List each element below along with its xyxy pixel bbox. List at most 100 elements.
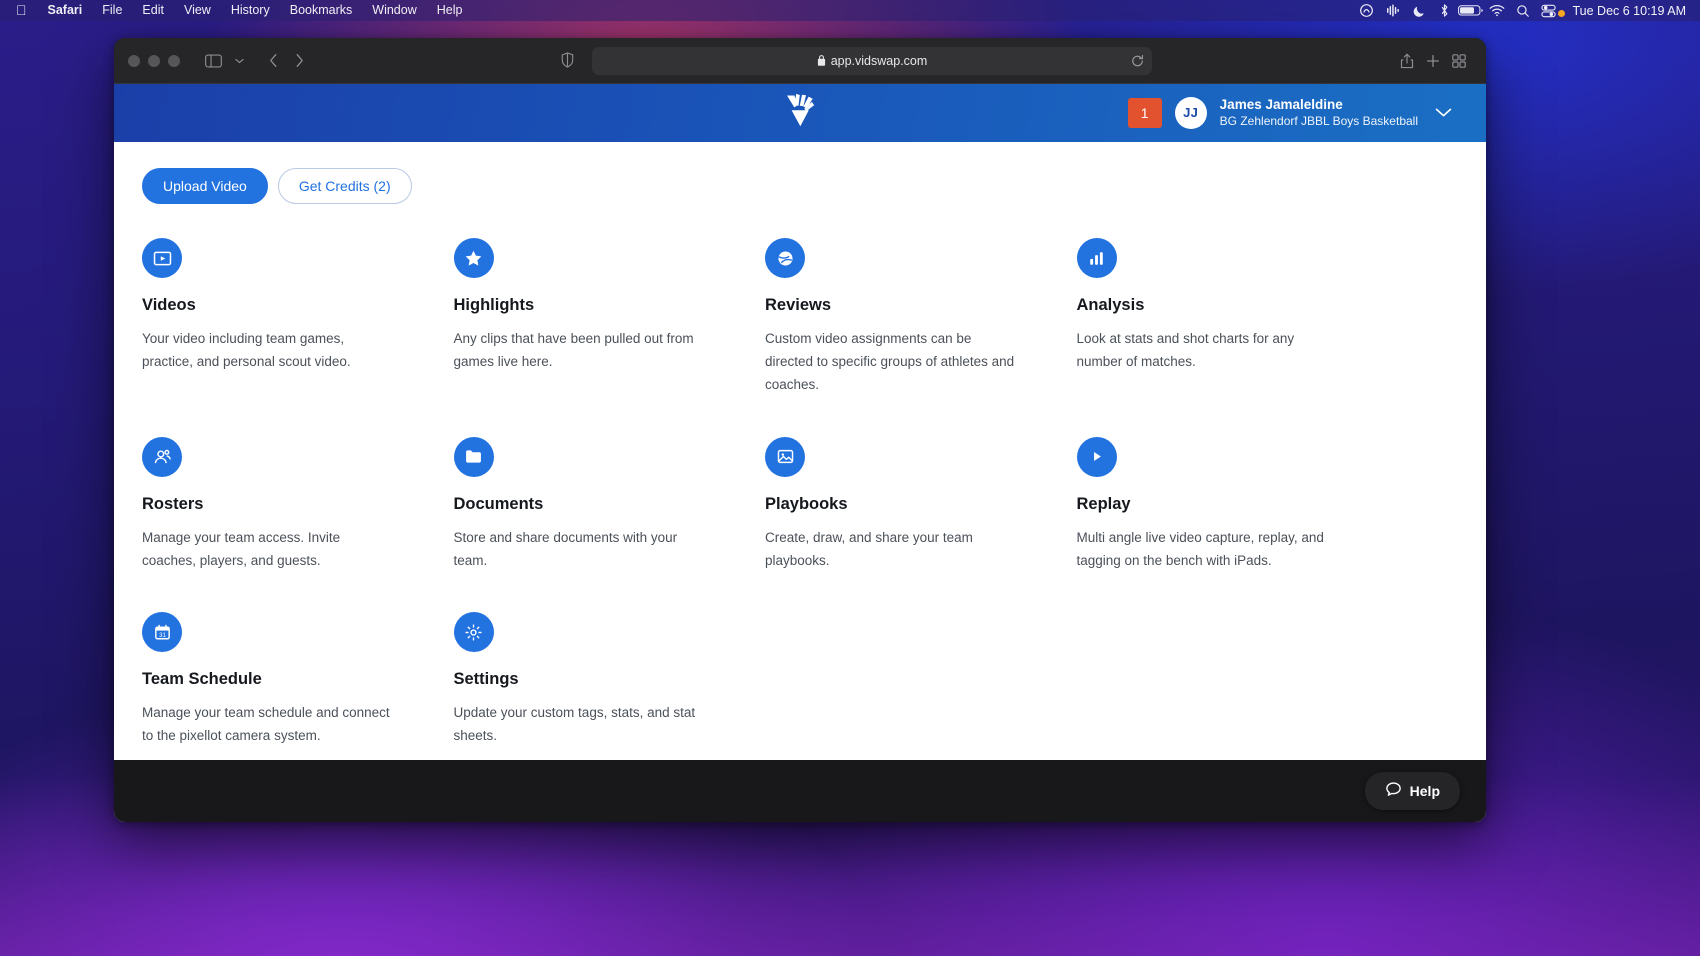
menu-item-history[interactable]: History xyxy=(221,0,280,21)
card-replay[interactable]: Replay Multi angle live video capture, r… xyxy=(1076,436,1363,572)
window-controls xyxy=(128,54,180,67)
minimize-button[interactable] xyxy=(148,54,160,67)
url-input[interactable]: app.vidswap.com xyxy=(592,46,1152,75)
audio-meter-icon[interactable] xyxy=(1380,0,1406,21)
card-team-schedule[interactable]: 31 Team Schedule Manage your team schedu… xyxy=(142,612,428,747)
card-description: Multi angle live video capture, replay, … xyxy=(1076,529,1324,568)
speech-bubble-icon xyxy=(1385,781,1402,801)
app-header: 1 JJ James Jamaleldine BG Zehlendorf JBB… xyxy=(114,84,1486,142)
tab-overview-icon[interactable] xyxy=(1446,48,1472,74)
menu-item-window[interactable]: Window xyxy=(362,0,426,21)
help-button[interactable]: Help xyxy=(1364,772,1460,810)
bluetooth-icon[interactable] xyxy=(1432,0,1458,21)
action-buttons: Upload Video Get Credits (2) xyxy=(142,168,1458,204)
card-highlights[interactable]: Highlights Any clips that have been pull… xyxy=(453,238,740,397)
card-description: Any clips that have been pulled out from… xyxy=(453,331,694,370)
card-title: Team Schedule xyxy=(142,670,262,689)
share-icon[interactable] xyxy=(1394,48,1420,74)
card-title: Settings xyxy=(453,670,519,689)
new-tab-plus-icon[interactable] xyxy=(1420,48,1446,74)
wifi-icon[interactable] xyxy=(1484,0,1510,21)
card-description: Store and share documents with your team… xyxy=(453,529,678,568)
header-user-area: 1 JJ James Jamaleldine BG Zehlendorf JBB… xyxy=(1127,96,1452,130)
spotlight-search-icon[interactable] xyxy=(1510,0,1536,21)
menu-item-edit[interactable]: Edit xyxy=(132,0,174,21)
reload-icon[interactable] xyxy=(1131,54,1144,67)
forward-arrow-icon[interactable] xyxy=(286,48,312,74)
card-documents[interactable]: Documents Store and share documents with… xyxy=(453,436,740,572)
notification-dot xyxy=(1557,9,1565,17)
menubar-left:  Safari File Edit View History Bookmark… xyxy=(8,0,472,21)
user-team: BG Zehlendorf JBBL Boys Basketball xyxy=(1219,113,1418,128)
macos-menubar:  Safari File Edit View History Bookmark… xyxy=(0,0,1700,21)
card-title: Videos xyxy=(142,296,196,314)
whistle-icon xyxy=(765,238,805,278)
menu-item-help[interactable]: Help xyxy=(427,0,473,21)
adobe-creative-cloud-icon[interactable] xyxy=(1354,0,1380,21)
back-arrow-icon[interactable] xyxy=(260,48,286,74)
card-description: Manage your team access. Invite coaches,… xyxy=(142,529,341,568)
play-circle-icon xyxy=(1076,436,1117,477)
do-not-disturb-moon-icon[interactable] xyxy=(1406,0,1432,21)
upload-video-button[interactable]: Upload Video xyxy=(142,168,268,204)
star-icon xyxy=(453,238,494,278)
desktop-wallpaper:  Safari File Edit View History Bookmark… xyxy=(0,0,1700,956)
card-reviews[interactable]: Reviews Custom video assignments can be … xyxy=(765,238,1051,397)
vidswap-logo[interactable] xyxy=(781,91,819,136)
card-description: Create, draw, and share your team playbo… xyxy=(765,529,973,568)
zoom-button[interactable] xyxy=(168,54,180,67)
notification-badge[interactable]: 1 xyxy=(1127,97,1162,128)
lock-icon xyxy=(817,55,826,66)
card-title: Playbooks xyxy=(765,494,848,513)
card-title: Documents xyxy=(453,494,544,513)
safari-window: app.vidswap.com 1 JJ James Jamaleldine B… xyxy=(114,38,1486,822)
control-center-icon[interactable] xyxy=(1536,0,1562,21)
card-description: Update your custom tags, stats, and stat… xyxy=(453,705,696,744)
chevron-down-icon[interactable] xyxy=(1435,107,1452,118)
vidswap-app: 1 JJ James Jamaleldine BG Zehlendorf JBB… xyxy=(114,84,1486,822)
svg-text:31: 31 xyxy=(159,631,166,638)
user-info[interactable]: James Jamaleldine BG Zehlendorf JBBL Boy… xyxy=(1220,96,1418,130)
bar-chart-icon xyxy=(1076,238,1117,278)
card-title: Rosters xyxy=(142,494,204,513)
app-main-content: Upload Video Get Credits (2) Videos Your… xyxy=(114,142,1486,760)
app-footer: Help xyxy=(114,760,1486,822)
people-icon xyxy=(142,436,182,477)
privacy-shield-icon[interactable] xyxy=(554,47,580,73)
card-analysis[interactable]: Analysis Look at stats and shot charts f… xyxy=(1076,238,1363,397)
url-text: app.vidswap.com xyxy=(830,53,928,68)
feature-card-grid: Videos Your video including team games, … xyxy=(142,238,1362,748)
card-settings[interactable]: Settings Update your custom tags, stats,… xyxy=(453,612,740,747)
address-bar-area: app.vidswap.com xyxy=(312,46,1394,75)
folder-icon xyxy=(453,436,494,477)
card-description: Manage your team schedule and connect to… xyxy=(142,705,390,744)
video-play-icon xyxy=(142,238,182,278)
help-label: Help xyxy=(1409,783,1440,799)
get-credits-button[interactable]: Get Credits (2) xyxy=(277,168,412,204)
card-rosters[interactable]: Rosters Manage your team access. Invite … xyxy=(142,436,428,572)
card-description: Your video including team games, practic… xyxy=(142,331,351,370)
safari-toolbar: app.vidswap.com xyxy=(114,38,1486,84)
card-title: Reviews xyxy=(765,296,832,314)
apple-logo-icon[interactable]:  xyxy=(8,0,38,21)
menu-item-bookmarks[interactable]: Bookmarks xyxy=(280,0,363,21)
image-icon xyxy=(765,436,805,477)
menu-item-file[interactable]: File xyxy=(92,0,132,21)
avatar[interactable]: JJ xyxy=(1174,96,1207,129)
card-description: Look at stats and shot charts for any nu… xyxy=(1076,331,1295,370)
sidebar-toggle-icon[interactable] xyxy=(200,48,226,74)
close-button[interactable] xyxy=(128,54,140,67)
menubar-clock[interactable]: Tue Dec 6 10:19 AM xyxy=(1565,4,1691,18)
card-description: Custom video assignments can be directed… xyxy=(765,331,1015,393)
card-videos[interactable]: Videos Your video including team games, … xyxy=(142,238,428,397)
card-title: Analysis xyxy=(1076,296,1145,314)
card-playbooks[interactable]: Playbooks Create, draw, and share your t… xyxy=(765,436,1051,572)
card-title: Replay xyxy=(1076,494,1131,513)
menu-item-view[interactable]: View xyxy=(174,0,221,21)
menubar-status-area: Tue Dec 6 10:19 AM xyxy=(1354,0,1691,21)
battery-icon[interactable] xyxy=(1457,0,1484,21)
sidebar-chevron-down-icon[interactable] xyxy=(226,48,252,74)
user-name: James Jamaleldine xyxy=(1219,97,1343,113)
menu-item-safari[interactable]: Safari xyxy=(38,0,93,21)
calendar-icon: 31 xyxy=(142,612,182,653)
